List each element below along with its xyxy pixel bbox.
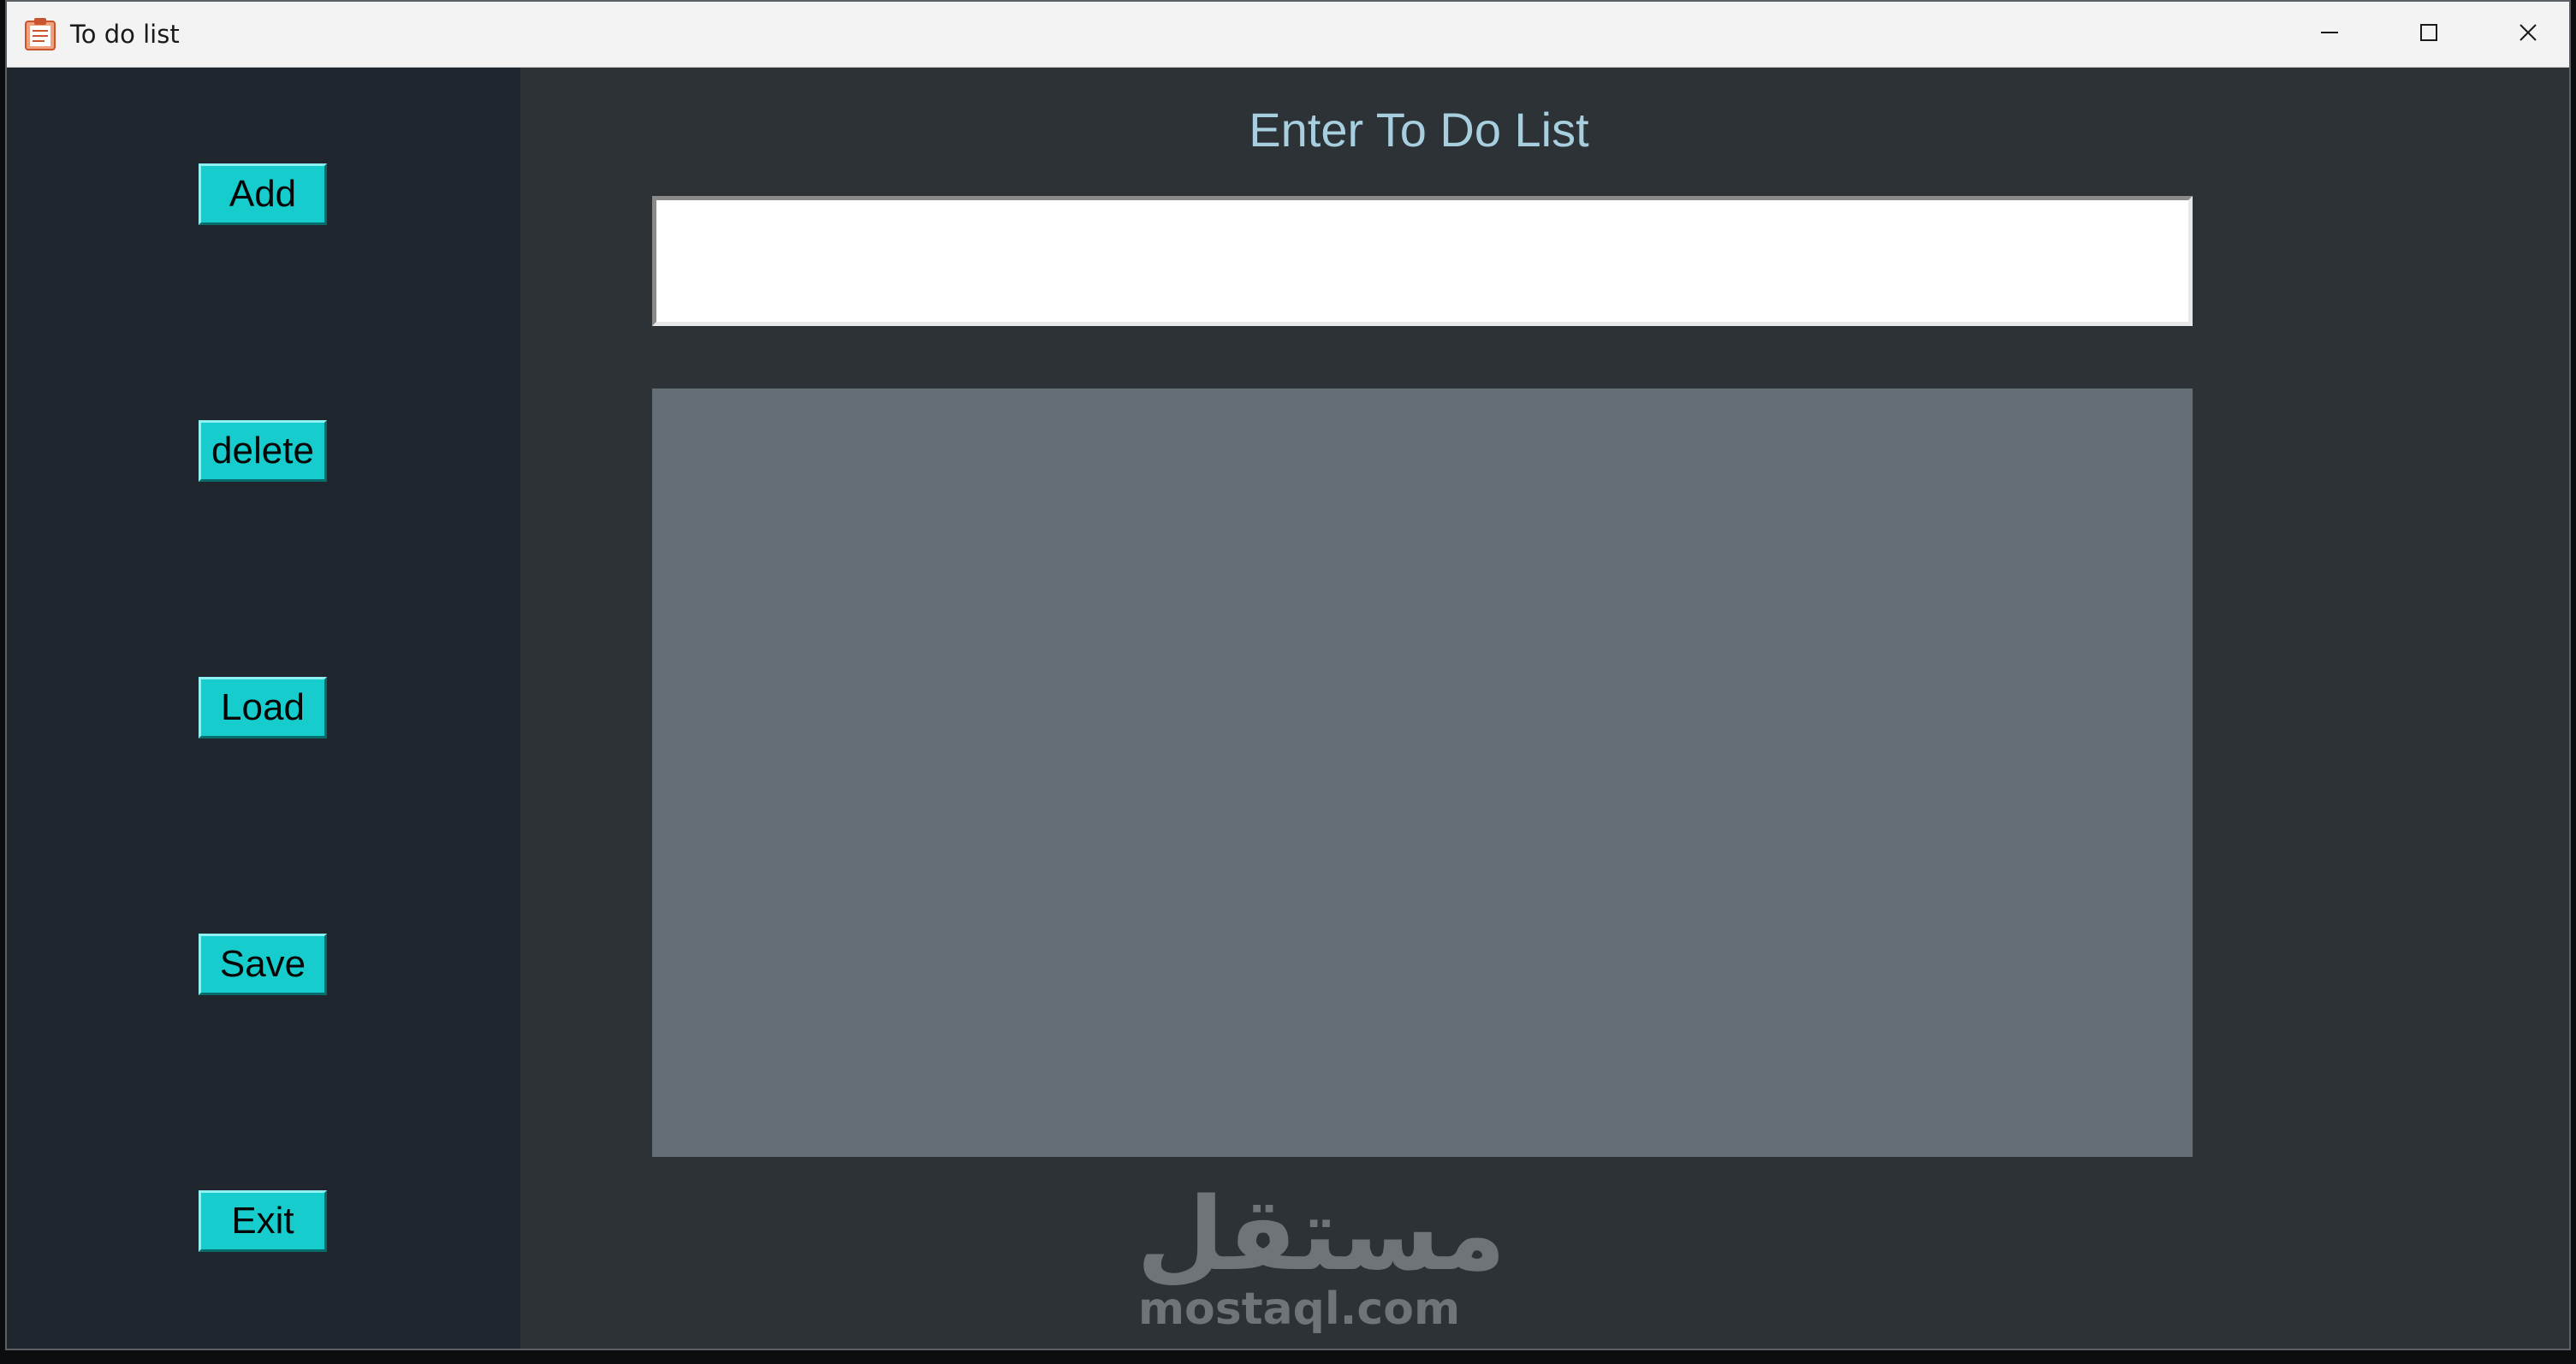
watermark-logo: مستقل mostaql.com	[1137, 1175, 1506, 1337]
exit-button[interactable]: Exit	[199, 1190, 327, 1252]
delete-button[interactable]: delete	[199, 420, 327, 482]
maximize-button[interactable]	[2379, 2, 2478, 67]
watermark-arabic-text: مستقل	[1137, 1175, 1506, 1293]
sidebar: Add delete Load Save Exit	[7, 68, 520, 1349]
minimize-button[interactable]	[2280, 2, 2379, 67]
title-bar[interactable]: To do list	[7, 2, 2569, 68]
clipboard-icon	[24, 17, 56, 51]
desktop-background	[0, 1350, 2576, 1364]
todo-entry-input[interactable]	[652, 196, 2193, 326]
app-window: To do list Add delete Load Save Exit Ent…	[5, 0, 2571, 1350]
save-button[interactable]: Save	[199, 934, 327, 995]
watermark-latin-text: mostaql.com	[1137, 1284, 1461, 1335]
main-panel: Enter To Do List	[520, 68, 2569, 1349]
page-title: Enter To Do List	[1249, 103, 1589, 157]
todo-listbox[interactable]	[652, 388, 2193, 1157]
close-button[interactable]	[2478, 2, 2569, 67]
maximize-icon	[2419, 22, 2439, 47]
add-button[interactable]: Add	[199, 163, 327, 225]
window-title: To do list	[70, 20, 180, 49]
close-icon	[2518, 22, 2538, 47]
minimize-icon	[2319, 22, 2340, 47]
load-button[interactable]: Load	[199, 677, 327, 738]
